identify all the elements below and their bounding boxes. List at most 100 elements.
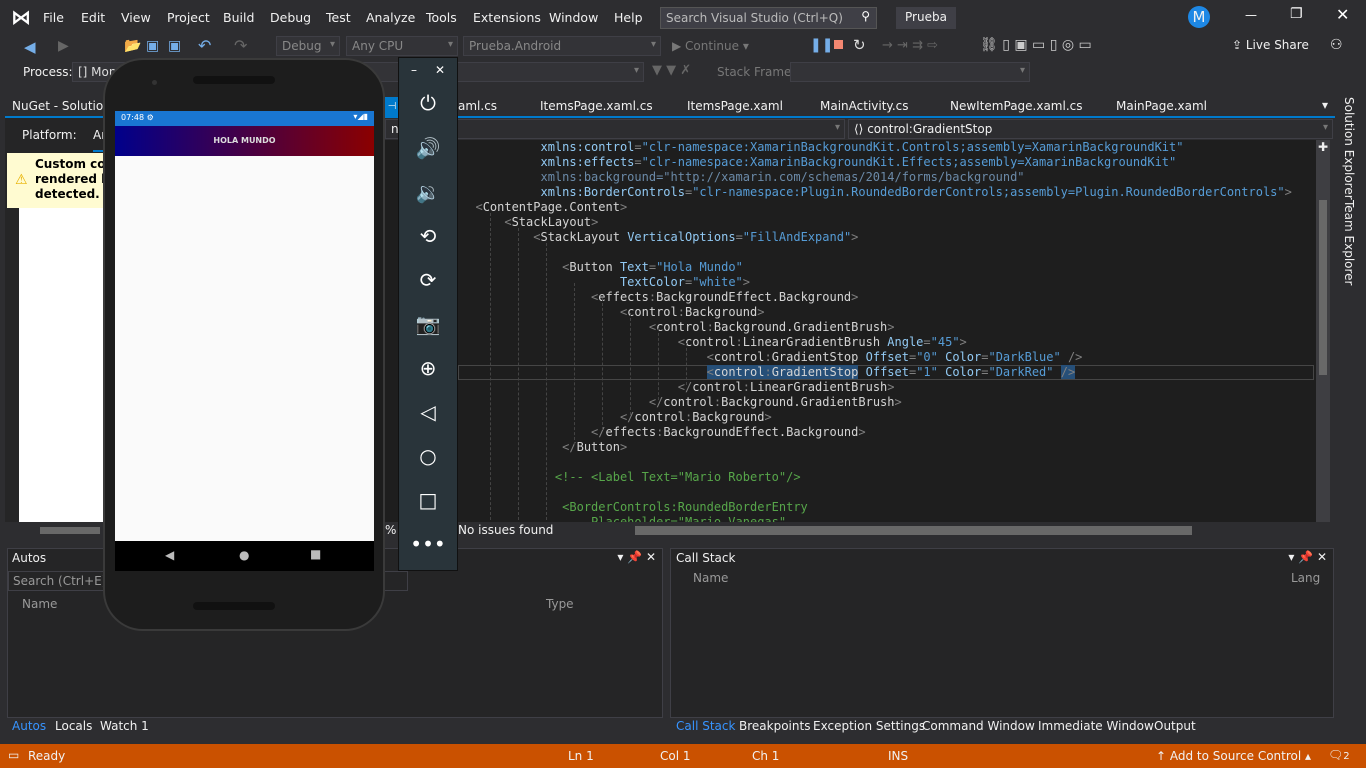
stop-icon[interactable] <box>834 40 843 49</box>
side-tab-solution-explorer[interactable]: Solution Explorer <box>1342 97 1356 200</box>
menu-help[interactable]: Help <box>614 10 643 25</box>
nav-right-dropdown[interactable]: ⟨⟩ control:GradientStop <box>848 119 1333 139</box>
doc-tab[interactable]: ItemsPage.xaml <box>687 99 783 113</box>
code-token: control <box>627 305 678 319</box>
panel-tab[interactable]: Call Stack <box>676 719 735 733</box>
notifications-button[interactable]: 🗨2 <box>1328 748 1350 762</box>
doc-tab[interactable]: NewItemPage.xaml.cs <box>950 99 1083 113</box>
startup-dropdown[interactable]: Prueba.Android <box>463 36 661 56</box>
live-share-button[interactable]: ⇪ Live Share <box>1232 38 1309 52</box>
autos-pin-close[interactable]: ▾ 📌 ✕ <box>617 550 656 564</box>
emulator-close[interactable]: ✕ <box>435 63 445 77</box>
panel-tab[interactable]: Breakpoints <box>739 719 810 733</box>
menu-window[interactable]: Window <box>549 10 598 25</box>
menu-edit[interactable]: Edit <box>81 10 105 25</box>
vertical-scrollbar[interactable] <box>1316 140 1330 522</box>
callstack-pin-close[interactable]: ▾ 📌 ✕ <box>1288 550 1327 564</box>
continue-button[interactable]: ▶ Continue ▾ <box>672 39 749 53</box>
menu-test[interactable]: Test <box>326 10 351 25</box>
zoom-icon[interactable]: ⊕ <box>399 356 457 380</box>
autos-col-name[interactable]: Name <box>22 597 57 611</box>
close-button[interactable]: ✕ <box>1336 5 1349 24</box>
indent-guide <box>490 213 491 525</box>
menu-tools[interactable]: Tools <box>426 10 457 25</box>
stack-frame-dropdown[interactable] <box>790 62 1030 82</box>
avatar[interactable]: M <box>1188 6 1210 28</box>
panel-tab[interactable]: Command Window <box>922 719 1035 733</box>
panel-tab[interactable]: Watch 1 <box>100 719 149 733</box>
code-token: = <box>634 140 642 154</box>
forward-icon[interactable]: ▶ <box>58 38 69 54</box>
tab-overflow-icon[interactable]: ▾ <box>1322 98 1328 112</box>
step-icons[interactable]: → ⇥ ⇉ ⇨ <box>882 38 938 53</box>
power-icon[interactable]: ⏻ <box>399 91 457 115</box>
menu-build[interactable]: Build <box>223 10 254 25</box>
code-line: xmlns:effects="clr-namespace:XamarinBack… <box>461 155 1176 170</box>
open-folder-icon[interactable]: 📂 <box>124 38 141 54</box>
doc-tab[interactable]: MainActivity.cs <box>820 99 908 113</box>
config-dropdown[interactable]: Debug <box>276 36 340 56</box>
restore-button[interactable]: ❐ <box>1290 6 1303 22</box>
panel-tab[interactable]: Immediate Window <box>1038 719 1154 733</box>
pause-icon[interactable]: ❚❚ <box>810 37 833 53</box>
indent-guide <box>658 328 659 400</box>
issues-status[interactable]: No issues found <box>458 523 553 537</box>
panel-tab[interactable]: Autos <box>12 719 46 733</box>
save-icon[interactable]: ▣ <box>146 38 159 54</box>
callstack-col-name[interactable]: Name <box>693 571 728 585</box>
panel-tab[interactable]: Locals <box>55 719 92 733</box>
menu-analyze[interactable]: Analyze <box>366 10 415 25</box>
menu-debug[interactable]: Debug <box>270 10 311 25</box>
redo-icon[interactable]: ↷ <box>234 36 247 55</box>
phone-screen[interactable]: 07:48 ⚙ ▾◢▮ HOLA MUNDO ◀ ● ■ <box>115 111 374 571</box>
overview-icon[interactable]: □ <box>399 488 457 512</box>
minimize-button[interactable]: — <box>1245 8 1257 22</box>
back-icon[interactable]: ◁ <box>399 400 457 424</box>
rotate-right-icon[interactable]: ⟳ <box>399 268 457 292</box>
rotate-left-icon[interactable]: ⟲ <box>399 224 457 248</box>
menu-view[interactable]: View <box>121 10 151 25</box>
menu-extensions[interactable]: Extensions <box>473 10 541 25</box>
active-tab-pin-icon[interactable]: ⊣ <box>385 97 399 117</box>
editor-hscroll[interactable] <box>635 526 1192 535</box>
split-icon[interactable]: ✚ <box>1318 140 1328 154</box>
doc-tab[interactable]: MainPage.xaml <box>1116 99 1207 113</box>
emulator-minimize[interactable]: – <box>411 63 417 77</box>
code-token: control <box>634 410 685 424</box>
code-token: Button <box>569 260 620 274</box>
device-tools-icons[interactable]: ⛓ ▯ ▣ ▭ ▯ ◎ ▭ <box>980 37 1092 53</box>
nav-home-icon[interactable]: ● <box>239 548 249 562</box>
back-icon[interactable]: ◀ <box>24 38 36 56</box>
volume-up-icon[interactable]: 🔊 <box>399 136 457 160</box>
more-icon[interactable]: ••• <box>399 532 457 556</box>
camera-icon[interactable]: 📷 <box>399 312 457 336</box>
code-token: Background <box>692 410 765 424</box>
autos-col-type[interactable]: Type <box>546 597 574 611</box>
nuget-tab[interactable]: NuGet - Solution <box>12 99 111 113</box>
left-hscroll[interactable] <box>40 527 100 534</box>
menu-file[interactable]: File <box>43 10 64 25</box>
doc-tab[interactable]: ItemsPage.xaml.cs <box>540 99 653 113</box>
add-source-control-button[interactable]: ↑ Add to Source Control ▴ <box>1156 749 1311 763</box>
search-input[interactable]: Search Visual Studio (Ctrl+Q) ⚲ <box>660 7 877 29</box>
code-token: > <box>894 395 902 409</box>
side-tab-team-explorer[interactable]: Team Explorer <box>1342 200 1356 286</box>
undo-icon[interactable]: ↶ <box>198 36 211 55</box>
nav-recents-icon[interactable]: ■ <box>310 547 321 561</box>
code-token: "1" <box>916 365 946 379</box>
filter-icons[interactable]: ▼ ▼ ✗ <box>652 63 691 78</box>
platform-dropdown[interactable]: Any CPU <box>346 36 458 56</box>
volume-down-icon[interactable]: 🔉 <box>399 180 457 204</box>
panel-tab[interactable]: Exception Settings <box>813 719 925 733</box>
menu-project[interactable]: Project <box>167 10 210 25</box>
doc-tab[interactable]: aml.cs <box>458 99 497 113</box>
restart-icon[interactable]: ↻ <box>853 36 866 54</box>
code-line: <effects:BackgroundEffect.Background> <box>461 290 858 305</box>
nav-back-icon[interactable]: ◀ <box>165 548 174 562</box>
home-icon[interactable]: ○ <box>399 444 457 468</box>
save-all-icon[interactable]: ▣ <box>168 38 181 54</box>
panel-tab[interactable]: Output <box>1154 719 1196 733</box>
callstack-col-lang[interactable]: Lang <box>1291 571 1320 585</box>
code-token: > <box>619 200 628 214</box>
feedback-icon[interactable]: ⚇ <box>1330 37 1343 53</box>
